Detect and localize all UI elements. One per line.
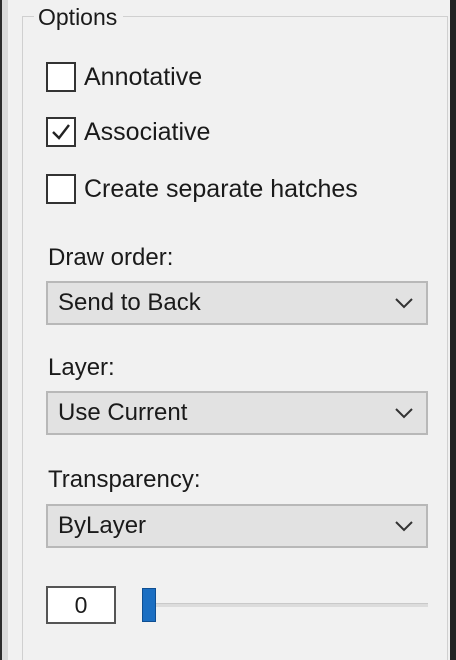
annotative-checkbox-row[interactable]: Annotative <box>46 60 202 94</box>
transparency-dropdown[interactable]: ByLayer <box>46 504 428 548</box>
create-separate-hatches-label: Create separate hatches <box>84 175 358 203</box>
options-panel: Options Annotative Associative Create se… <box>0 0 456 660</box>
options-groupbox <box>22 16 448 660</box>
associative-checkbox-row[interactable]: Associative <box>46 115 210 149</box>
slider-thumb[interactable] <box>142 588 156 622</box>
transparency-value-input[interactable]: 0 <box>46 586 116 624</box>
layer-dropdown[interactable]: Use Current <box>46 391 428 435</box>
chevron-down-icon <box>382 506 426 546</box>
transparency-slider[interactable] <box>142 586 428 624</box>
annotative-checkbox[interactable] <box>46 62 76 92</box>
transparency-value: ByLayer <box>58 512 147 539</box>
draw-order-label: Draw order: <box>48 244 174 271</box>
chevron-down-icon <box>382 393 426 433</box>
transparency-label: Transparency: <box>48 466 201 493</box>
associative-checkbox[interactable] <box>46 117 76 147</box>
slider-track <box>142 603 428 607</box>
create-separate-hatches-checkbox-row[interactable]: Create separate hatches <box>46 172 358 206</box>
annotative-label: Annotative <box>84 63 203 91</box>
layer-value: Use Current <box>58 399 188 426</box>
check-icon <box>52 124 70 140</box>
associative-label: Associative <box>84 118 211 146</box>
create-separate-hatches-checkbox[interactable] <box>46 174 76 204</box>
chevron-down-icon <box>382 283 426 323</box>
draw-order-value: Send to Back <box>58 289 201 316</box>
draw-order-dropdown[interactable]: Send to Back <box>46 281 428 325</box>
layer-label: Layer: <box>48 354 115 381</box>
options-title: Options <box>34 4 124 30</box>
